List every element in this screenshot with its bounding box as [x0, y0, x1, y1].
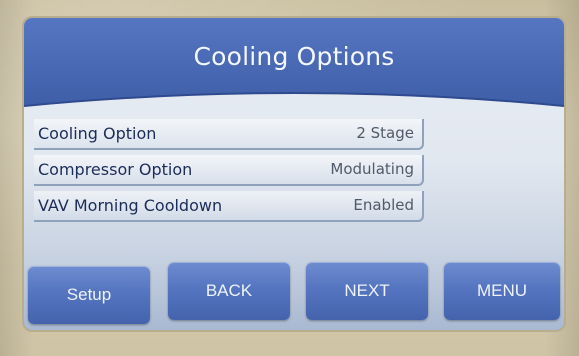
setup-button[interactable]: Setup: [28, 266, 150, 324]
page-title: Cooling Options: [193, 42, 395, 71]
option-label: VAV Morning Cooldown: [38, 196, 223, 215]
header-bar: Cooling Options: [24, 18, 564, 114]
option-value: 2 Stage: [356, 124, 414, 142]
option-row-vav-morning-cooldown[interactable]: VAV Morning Cooldown Enabled: [34, 191, 424, 222]
option-value: Modulating: [330, 160, 414, 178]
option-label: Compressor Option: [38, 160, 193, 179]
menu-button[interactable]: MENU: [444, 262, 560, 320]
touch-screen: Cooling Options Cooling Option 2 Stage C…: [24, 18, 564, 330]
option-row-compressor-option[interactable]: Compressor Option Modulating: [34, 155, 424, 186]
button-bar: Setup BACK NEXT MENU: [24, 258, 564, 330]
option-row-cooling-option[interactable]: Cooling Option 2 Stage: [34, 119, 424, 150]
option-label: Cooling Option: [38, 124, 157, 143]
back-button[interactable]: BACK: [168, 262, 290, 320]
option-value: Enabled: [353, 196, 414, 214]
options-list: Cooling Option 2 Stage Compressor Option…: [34, 119, 424, 227]
next-button[interactable]: NEXT: [306, 262, 428, 320]
